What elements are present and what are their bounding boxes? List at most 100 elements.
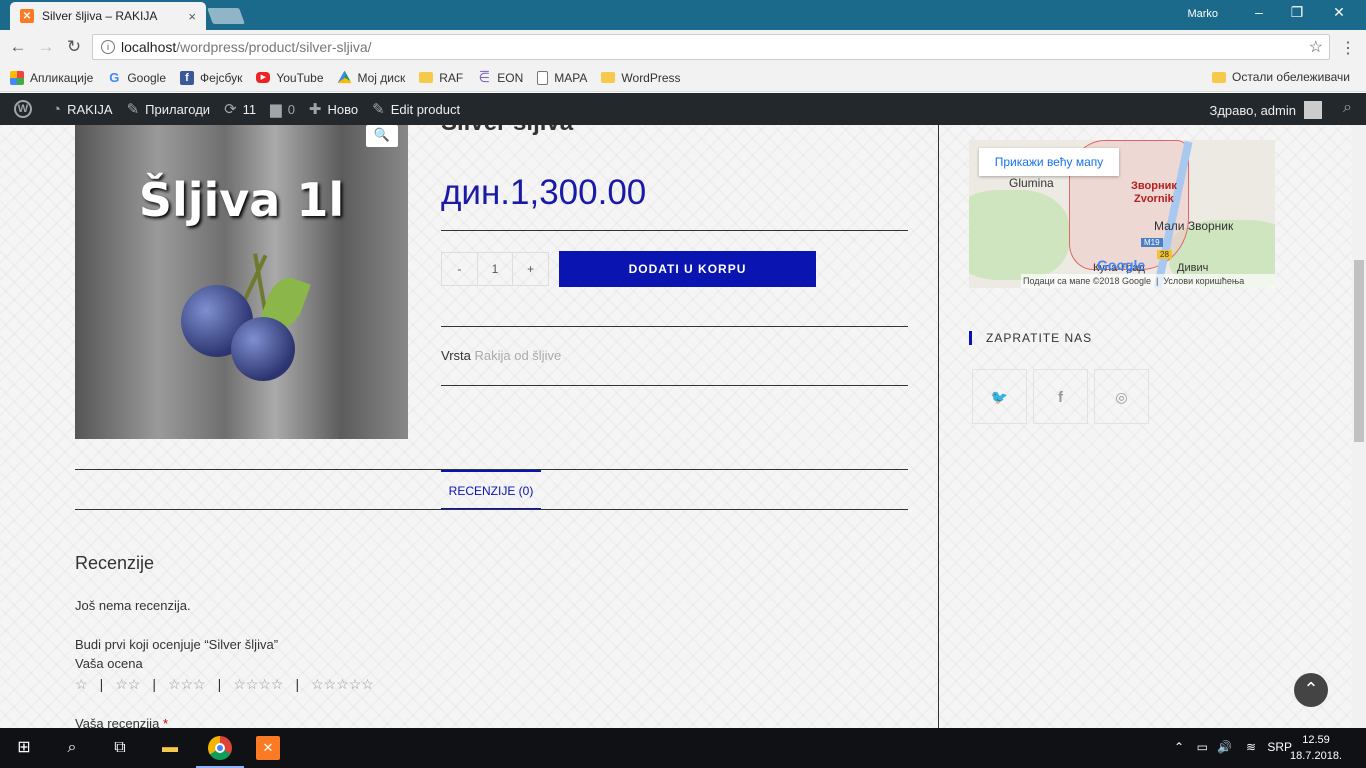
chrome-icon[interactable] <box>208 736 232 760</box>
bookmark-label: Google <box>127 70 167 85</box>
new-tab-button[interactable] <box>207 8 245 24</box>
my-account[interactable]: Здраво, admin <box>1209 101 1322 119</box>
bookmark-youtube[interactable]: ▶ YouTube <box>256 71 324 85</box>
add-to-cart-button[interactable]: DODATI U KORPU <box>559 251 816 287</box>
close-window-button[interactable]: ✕ <box>1324 4 1354 21</box>
wordpress-logo[interactable]: W <box>14 100 38 118</box>
google-map[interactable]: Прикажи већу мапу Glumina Зворник Zvorni… <box>969 140 1275 288</box>
map-label: Мали Зворник <box>1154 219 1234 233</box>
windows-taskbar: ⊞ ⌕ ⧉ ▬ ✕ ⌃ ▭ 🔊 ≋ SRP 12.59 18.7.2018. <box>0 728 1366 768</box>
bookmark-label: MAPA <box>554 70 588 85</box>
twitter-icon[interactable]: 🐦 <box>972 369 1027 424</box>
your-rating-label: Vaša ocena <box>75 656 143 671</box>
show-hidden-icons[interactable]: ⌃ <box>1174 740 1184 754</box>
eon-icon: ⋶ <box>478 69 490 85</box>
view-larger-map-button[interactable]: Прикажи већу мапу <box>979 148 1119 176</box>
qty-minus-button[interactable]: - <box>442 253 478 285</box>
task-view-icon[interactable]: ⧉ <box>108 736 132 760</box>
rating-2-stars[interactable]: ☆☆ <box>115 676 140 693</box>
search-icon[interactable]: ⌕ <box>60 736 84 760</box>
browser-tab[interactable]: ✕ Silver šljiva – RAKIJA × <box>10 2 206 30</box>
instagram-icon[interactable]: ◎ <box>1094 369 1149 424</box>
clock-time: 12.59 <box>1302 734 1330 746</box>
bookmark-raf[interactable]: RAF <box>419 71 463 85</box>
rating-4-stars[interactable]: ☆☆☆☆ <box>233 676 283 693</box>
product-meta: Vrsta Rakija od šljive <box>441 348 561 363</box>
restore-button[interactable]: ❐ <box>1282 4 1312 21</box>
forward-button[interactable]: → <box>32 37 60 57</box>
meta-category-link[interactable]: Rakija od šljive <box>474 348 561 363</box>
product-image[interactable]: Šljiva 1l <box>75 125 408 439</box>
wordpress-icon: W <box>14 100 32 118</box>
comments-link[interactable]: ▆ 0 <box>270 100 295 118</box>
folder-icon <box>601 72 616 83</box>
bookmark-apps[interactable]: Апликације <box>10 70 93 85</box>
battery-icon[interactable]: ▭ <box>1197 740 1208 754</box>
qty-plus-button[interactable]: + <box>513 253 548 285</box>
volume-icon[interactable]: 🔊 <box>1217 740 1232 754</box>
address-bar[interactable]: i localhost/wordpress/product/silver-slj… <box>92 34 1330 60</box>
clock[interactable]: 12.59 18.7.2018. <box>1290 732 1342 764</box>
folder-icon <box>419 72 434 83</box>
quantity-stepper[interactable]: - 1 + <box>441 252 549 286</box>
back-to-top-button[interactable]: ⌃ <box>1294 673 1328 707</box>
minimize-button[interactable]: – <box>1244 4 1274 20</box>
map-attribution: Подаци са мапе ©2018 Google <box>1023 276 1151 286</box>
bookmark-label: Фејсбук <box>200 70 243 85</box>
map-terms-link[interactable]: Услови коришћења <box>1163 276 1244 286</box>
clock-date: 18.7.2018. <box>1290 750 1342 762</box>
map-terrain <box>969 190 1069 280</box>
product-price: дин.1,300.00 <box>441 173 647 212</box>
updates-link[interactable]: ⟳ 11 <box>224 100 256 118</box>
qty-input[interactable]: 1 <box>478 253 514 285</box>
chrome-profile-name[interactable]: Marko <box>1187 8 1218 20</box>
bookmark-eon[interactable]: ⋶ EON <box>477 69 524 85</box>
zoom-icon[interactable]: 🔍 <box>366 125 398 147</box>
facebook-icon[interactable]: f <box>1033 369 1088 424</box>
bookmark-google[interactable]: G Google <box>107 70 167 85</box>
search-icon[interactable]: ⌕ <box>1343 99 1352 117</box>
plum <box>231 317 295 381</box>
site-name-link[interactable]: ◔ RAKIJA <box>52 101 113 118</box>
back-button[interactable]: ← <box>4 37 32 57</box>
bookmark-drive[interactable]: Мој диск <box>337 70 406 85</box>
url-path: /wordpress/product/silver-sljiva/ <box>176 39 372 55</box>
other-bookmarks[interactable]: Остали обележивачи <box>1212 70 1350 84</box>
tab-close-icon[interactable]: × <box>188 9 196 24</box>
scrollbar-thumb[interactable] <box>1354 260 1364 442</box>
reload-button[interactable]: ↻ <box>60 37 88 57</box>
site-info-icon[interactable]: i <box>101 40 115 54</box>
language-indicator[interactable]: SRP <box>1267 740 1292 754</box>
wifi-icon[interactable]: ≋ <box>1246 740 1256 754</box>
bookmark-label: Мој диск <box>357 70 406 85</box>
road-badge: 28 <box>1157 250 1172 259</box>
site-name: RAKIJA <box>67 101 113 117</box>
rating-3-stars[interactable]: ☆☆☆ <box>168 676 206 693</box>
chrome-menu-icon[interactable]: ⋮ <box>1340 38 1356 58</box>
bookmark-star-icon[interactable]: ☆ <box>1309 37 1323 57</box>
edit-product-link[interactable]: ✎ Edit product <box>372 100 460 118</box>
divider <box>441 230 908 231</box>
map-label: Glumina <box>1009 176 1054 190</box>
file-explorer-icon[interactable]: ▬ <box>158 736 182 760</box>
reviews-heading: Recenzije <box>75 553 155 573</box>
xampp-icon[interactable]: ✕ <box>256 736 280 760</box>
page-scrollbar[interactable] <box>1352 125 1366 728</box>
apps-icon <box>10 70 24 85</box>
bookmark-wordpress[interactable]: WordPress <box>601 71 681 85</box>
bookmark-mapa[interactable]: MAPA <box>537 70 588 85</box>
windows-start-icon[interactable]: ⊞ <box>12 736 36 760</box>
tab-reviews[interactable]: RECENZIJE (0) <box>441 470 541 510</box>
be-first-text: Budi prvi koji ocenjuje “Silver šljiva” <box>75 637 279 652</box>
customize-link[interactable]: ✎ Прилагоди <box>127 100 210 118</box>
url-host: localhost <box>121 39 177 55</box>
new-content-link[interactable]: ✚ Ново <box>309 100 358 118</box>
rating-1-star[interactable]: ☆ <box>75 676 88 693</box>
rating-separator: | <box>295 676 300 692</box>
rating-5-stars[interactable]: ☆☆☆☆☆ <box>311 676 374 693</box>
bookmark-facebook[interactable]: f Фејсбук <box>180 70 243 85</box>
youtube-icon: ▶ <box>256 72 271 83</box>
required-asterisk: * <box>162 716 168 728</box>
sidebar-divider <box>938 125 939 728</box>
customize-label: Прилагоди <box>145 101 211 117</box>
